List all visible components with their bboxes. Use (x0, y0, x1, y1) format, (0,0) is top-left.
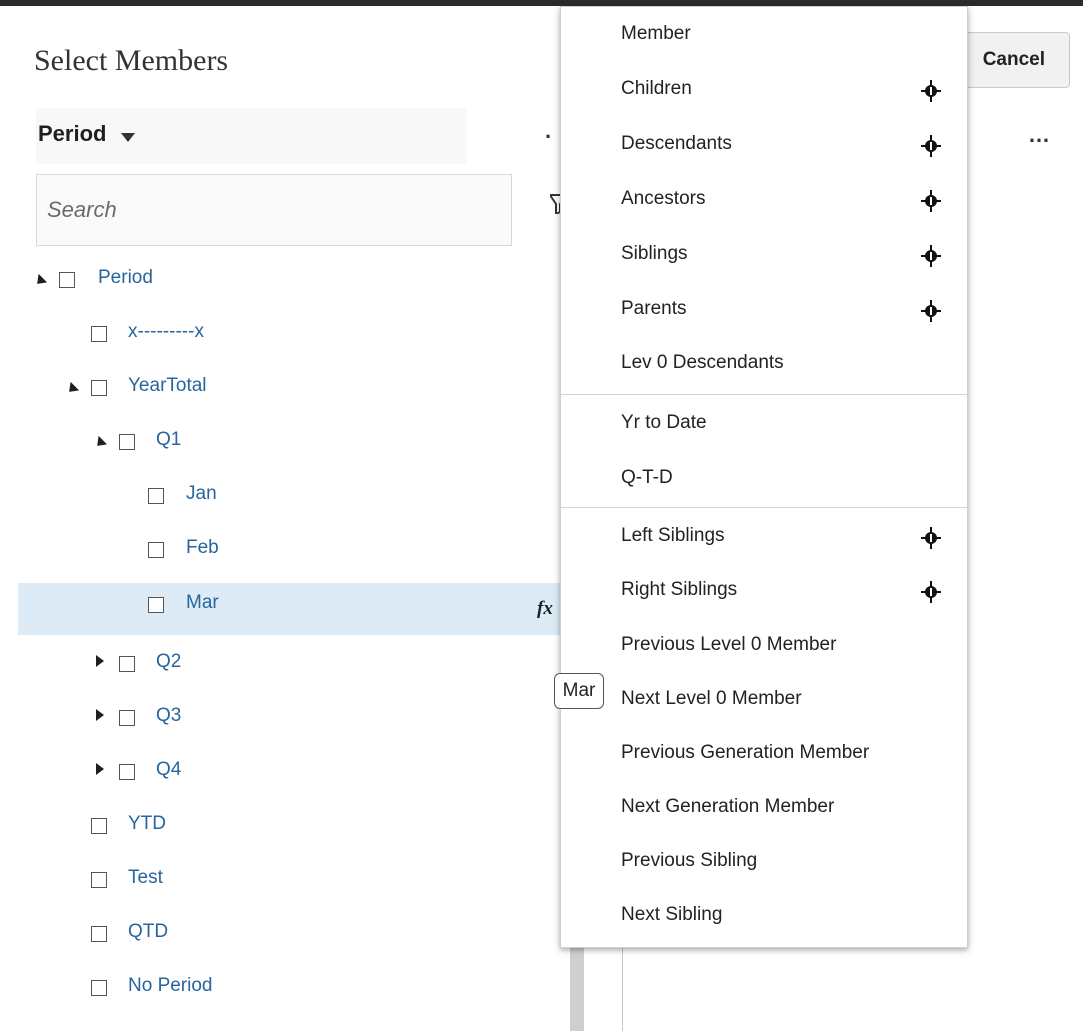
checkbox[interactable] (148, 542, 164, 558)
context-menu: Member Children Descendants Ancestors Si… (560, 6, 968, 948)
menu-item-prev-sibling[interactable]: Previous Sibling (621, 850, 757, 872)
tooltip: Mar (554, 673, 604, 709)
menu-item-left-siblings[interactable]: Left Siblings (621, 525, 725, 547)
search-field[interactable] (36, 174, 512, 246)
tree-row[interactable]: Q1 (0, 412, 560, 466)
page-title: Select Members (34, 44, 229, 77)
collapse-icon[interactable] (92, 435, 108, 451)
checkbox[interactable] (91, 818, 107, 834)
menu-item-children[interactable]: Children (621, 78, 692, 100)
checkbox[interactable] (119, 710, 135, 726)
tree-row[interactable]: QTD (0, 904, 560, 958)
collapse-icon[interactable] (32, 273, 48, 289)
checkbox[interactable] (59, 272, 75, 288)
prompt-icon[interactable] (921, 135, 941, 157)
tree-item-label[interactable]: No Period (128, 975, 213, 997)
prompt-icon[interactable] (921, 527, 941, 549)
expand-icon[interactable] (96, 709, 104, 721)
expand-icon[interactable] (96, 763, 104, 775)
menu-separator (561, 394, 967, 395)
tree-item-label[interactable]: QTD (128, 921, 168, 943)
tree-item-label[interactable]: Q4 (156, 759, 181, 781)
tree-row[interactable]: Q3 (0, 688, 560, 742)
dimension-label[interactable]: Period (38, 121, 106, 147)
function-icon[interactable]: fx (537, 598, 553, 620)
tree-item-label[interactable]: Mar (186, 592, 219, 614)
prompt-icon[interactable] (921, 190, 941, 212)
caret-down-icon[interactable] (121, 133, 135, 142)
checkbox[interactable] (119, 434, 135, 450)
more-options-icon[interactable]: · (545, 124, 552, 150)
tree-row[interactable]: Jan (0, 466, 560, 520)
tree-item-label[interactable]: x---------x (128, 321, 204, 343)
checkbox[interactable] (119, 764, 135, 780)
tree-row[interactable]: Feb (0, 520, 560, 574)
checkbox[interactable] (91, 326, 107, 342)
checkbox[interactable] (91, 980, 107, 996)
tree-row[interactable]: YTD (0, 796, 560, 850)
tree-item-label[interactable]: Q3 (156, 705, 181, 727)
menu-item-next-generation[interactable]: Next Generation Member (621, 796, 834, 818)
menu-item-yr-to-date[interactable]: Yr to Date (621, 412, 707, 434)
tree-item-label[interactable]: Test (128, 867, 163, 889)
menu-item-parents[interactable]: Parents (621, 298, 686, 320)
menu-separator (561, 507, 967, 508)
tree-row[interactable]: x---------x (0, 304, 560, 358)
tree-item-label[interactable]: Period (98, 267, 153, 289)
checkbox[interactable] (91, 872, 107, 888)
prompt-icon[interactable] (921, 581, 941, 603)
tree-item-label[interactable]: Jan (186, 483, 217, 505)
checkbox[interactable] (91, 380, 107, 396)
tree-row-selected[interactable]: Mar (18, 583, 560, 635)
expand-icon[interactable] (96, 655, 104, 667)
menu-item-ancestors[interactable]: Ancestors (621, 188, 705, 210)
menu-item-descendants[interactable]: Descendants (621, 133, 732, 155)
menu-item-qtd[interactable]: Q-T-D (621, 467, 673, 489)
tree-row[interactable]: Q4 (0, 742, 560, 796)
tree-item-label[interactable]: Q1 (156, 429, 181, 451)
tree-item-label[interactable]: Q2 (156, 651, 181, 673)
tree-row[interactable]: No Period (0, 958, 560, 1012)
tree-row[interactable]: YearTotal (0, 358, 560, 412)
menu-item-siblings[interactable]: Siblings (621, 243, 688, 265)
checkbox[interactable] (148, 597, 164, 613)
menu-item-member[interactable]: Member (621, 23, 691, 45)
menu-item-next-level0[interactable]: Next Level 0 Member (621, 688, 802, 710)
search-input[interactable] (37, 175, 511, 245)
cancel-button[interactable]: Cancel (960, 32, 1070, 88)
tree-row[interactable]: Test (0, 850, 560, 904)
tree-item-label[interactable]: YTD (128, 813, 166, 835)
tree-row[interactable]: Period (0, 250, 560, 304)
menu-item-next-sibling[interactable]: Next Sibling (621, 904, 722, 926)
checkbox[interactable] (119, 656, 135, 672)
checkbox[interactable] (91, 926, 107, 942)
menu-item-prev-generation[interactable]: Previous Generation Member (621, 742, 869, 764)
menu-item-prev-level0[interactable]: Previous Level 0 Member (621, 634, 836, 656)
scrollbar[interactable] (570, 940, 584, 1031)
prompt-icon[interactable] (921, 80, 941, 102)
tree-row[interactable]: Q2 (0, 634, 560, 688)
more-actions-icon[interactable]: … (1028, 122, 1051, 148)
menu-item-lev0-descendants[interactable]: Lev 0 Descendants (621, 352, 784, 374)
tree-item-label[interactable]: YearTotal (128, 375, 207, 397)
panel-divider (622, 940, 623, 1031)
prompt-icon[interactable] (921, 300, 941, 322)
tree-item-label[interactable]: Feb (186, 537, 219, 559)
prompt-icon[interactable] (921, 245, 941, 267)
collapse-icon[interactable] (64, 381, 80, 397)
checkbox[interactable] (148, 488, 164, 504)
menu-item-right-siblings[interactable]: Right Siblings (621, 579, 737, 601)
